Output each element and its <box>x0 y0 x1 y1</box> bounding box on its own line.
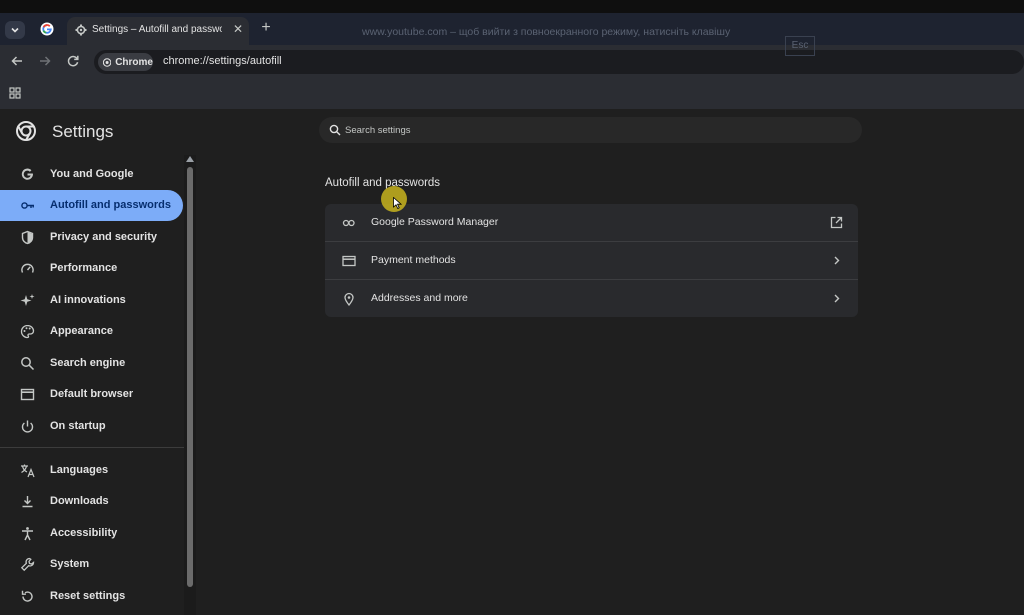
row-label: Addresses and more <box>371 292 468 304</box>
sidebar-item-label: On startup <box>50 420 106 432</box>
tab-settings-autofill[interactable]: Settings – Autofill and passwords ✕ <box>67 17 249 45</box>
sidebar-item-label: Languages <box>50 464 109 476</box>
mouse-pointer-icon <box>393 197 402 209</box>
url-text: chrome://settings/autofill <box>163 55 282 67</box>
bookmarks-bar <box>0 78 1024 109</box>
sidebar-item-label: AI innovations <box>50 294 126 306</box>
sidebar-item-default-browser[interactable]: Default browser <box>0 379 183 410</box>
power-icon <box>21 420 34 433</box>
sidebar-item-label: Privacy and security <box>50 231 158 243</box>
sidebar-item-label: Appearance <box>50 325 113 337</box>
sidebar-item-label: System <box>50 558 90 570</box>
reset-icon <box>21 590 33 602</box>
speedometer-icon <box>21 263 34 273</box>
fullscreen-notice: www.youtube.com – щоб вийти з повноекран… <box>362 26 731 38</box>
search-input[interactable] <box>345 121 845 139</box>
google-g-icon <box>21 168 33 180</box>
sidebar-item-performance[interactable]: Performance <box>0 253 183 284</box>
sidebar-item-autofill-and-passwords[interactable]: Autofill and passwords <box>0 190 183 221</box>
autofill-card: Google Password Manager Payment methods … <box>325 204 858 317</box>
row-payment-methods[interactable]: Payment methods <box>325 241 858 279</box>
page-title: Settings <box>52 122 114 141</box>
row-label: Payment methods <box>371 254 456 266</box>
sidebar-item-label: Autofill and passwords <box>50 199 172 211</box>
location-pin-icon <box>344 292 354 306</box>
sidebar-item-appearance[interactable]: Appearance <box>0 316 183 347</box>
sidebar-item-downloads[interactable]: Downloads <box>0 486 183 517</box>
shield-icon <box>21 230 34 245</box>
google-tab-favicon-icon[interactable] <box>40 22 54 36</box>
chrome-chip-label: Chrome <box>115 56 153 68</box>
key-icon <box>21 202 34 209</box>
reload-icon[interactable] <box>66 54 80 68</box>
sidebar-item-label: Search engine <box>50 357 126 369</box>
chrome-logo-icon <box>103 57 112 67</box>
tab-title: Settings – Autofill and passwords <box>92 24 222 35</box>
section-title: Autofill and passwords <box>325 177 441 189</box>
sidebar-divider <box>0 447 184 448</box>
screen-top-strip <box>0 0 1024 13</box>
fullscreen-esc-key: Esc <box>785 36 815 56</box>
sidebar-item-label: Accessibility <box>50 527 118 539</box>
settings-page: Settings You and Google Autofill and pas… <box>0 109 1024 615</box>
sparkle-icon <box>20 294 35 306</box>
chrome-site-chip[interactable]: Chrome <box>98 53 153 71</box>
settings-sidebar: You and Google Autofill and passwords Pr… <box>0 155 196 615</box>
settings-search-box[interactable] <box>319 117 862 143</box>
apps-grid-icon[interactable] <box>9 87 21 99</box>
chevron-right-icon[interactable] <box>830 254 843 267</box>
credit-card-icon <box>342 255 356 267</box>
search-icon <box>21 357 35 371</box>
sidebar-item-ai-innovations[interactable]: AI innovations <box>0 285 183 316</box>
sidebar-item-label: Performance <box>50 262 118 274</box>
sidebar-item-label: You and Google <box>50 168 134 180</box>
browser-toolbar: Chrome chrome://settings/autofill <box>0 45 1024 78</box>
address-bar[interactable]: Chrome chrome://settings/autofill <box>94 50 1024 74</box>
row-addresses-and-more[interactable]: Addresses and more <box>325 279 858 317</box>
sidebar-item-label: Downloads <box>50 495 109 507</box>
sidebar-item-search-engine[interactable]: Search engine <box>0 348 183 379</box>
chrome-logo-icon <box>16 121 36 141</box>
back-arrow-icon[interactable] <box>10 54 24 68</box>
sidebar-item-label: Reset settings <box>50 590 126 602</box>
row-google-password-manager[interactable]: Google Password Manager <box>325 204 858 241</box>
sidebar-item-accessibility[interactable]: Accessibility <box>0 518 183 549</box>
sidebar-scroll-thumb[interactable] <box>187 167 193 587</box>
translate-icon <box>21 464 35 478</box>
chevron-right-icon[interactable] <box>830 292 843 305</box>
tab-search-button[interactable] <box>5 21 25 39</box>
row-label: Google Password Manager <box>371 216 499 228</box>
sidebar-item-reset-settings[interactable]: Reset settings <box>0 581 183 612</box>
sidebar-item-label: Default browser <box>50 388 134 400</box>
accessibility-icon <box>22 527 33 541</box>
wrench-icon <box>20 557 35 572</box>
open-in-new-icon[interactable] <box>830 216 843 229</box>
tab-close-button[interactable]: ✕ <box>231 22 245 36</box>
forward-arrow-icon[interactable] <box>38 54 52 68</box>
new-tab-button[interactable]: + <box>257 19 275 37</box>
gear-icon <box>75 24 87 36</box>
sidebar-item-you-and-google[interactable]: You and Google <box>0 159 183 190</box>
key-icon <box>342 219 355 227</box>
sidebar-item-privacy-and-security[interactable]: Privacy and security <box>0 222 183 253</box>
search-icon <box>329 124 341 136</box>
browser-window-icon <box>20 388 35 401</box>
scroll-up-arrow-icon[interactable] <box>186 156 194 162</box>
sidebar-item-system[interactable]: System <box>0 549 183 580</box>
download-icon <box>22 496 33 508</box>
sidebar-item-languages[interactable]: Languages <box>0 455 183 486</box>
chevron-down-icon <box>11 27 19 33</box>
palette-icon <box>20 324 35 339</box>
sidebar-item-on-startup[interactable]: On startup <box>0 411 183 442</box>
